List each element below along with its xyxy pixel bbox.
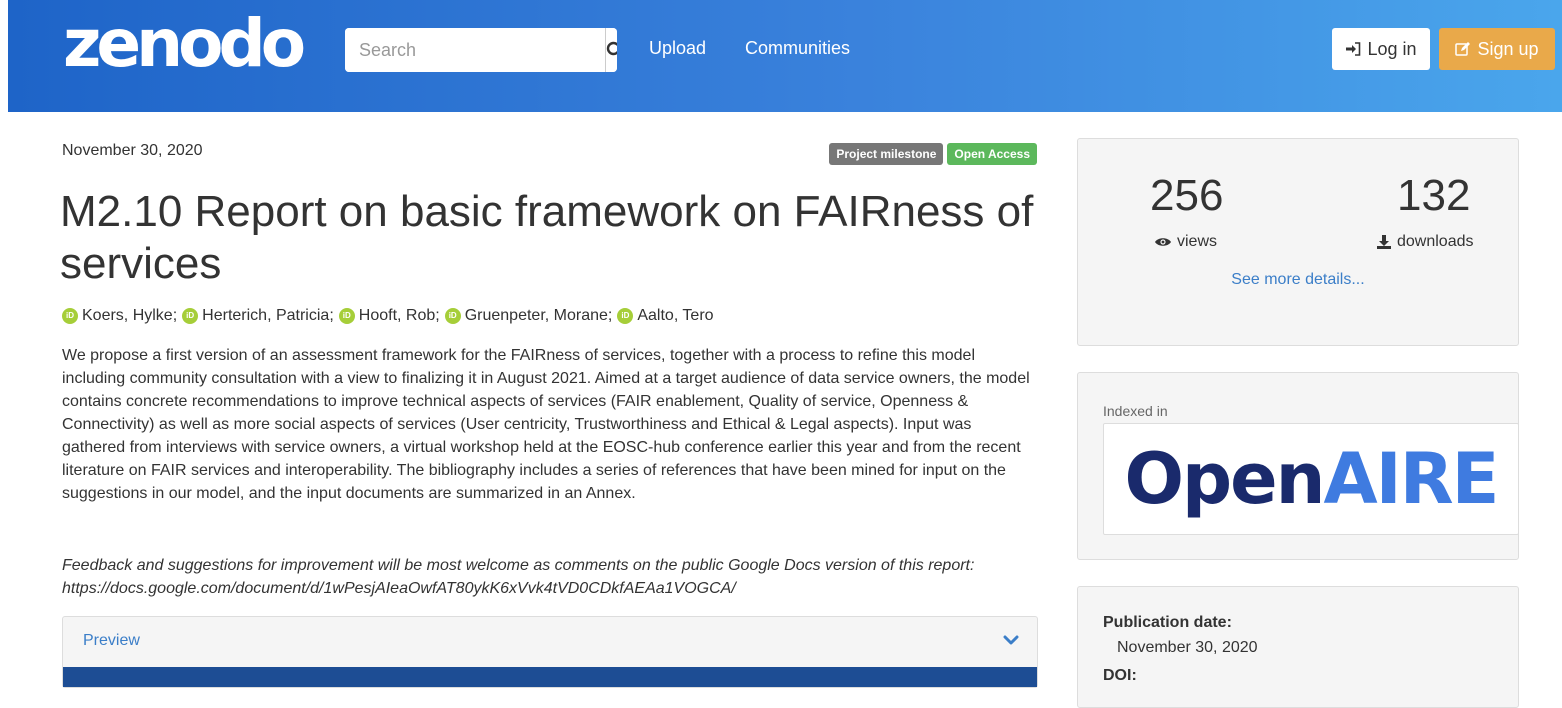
author-link[interactable]: iD Koers, Hylke (62, 307, 173, 325)
login-label: Log in (1367, 38, 1417, 59)
orcid-icon: iD (444, 308, 461, 324)
chevron-down-icon[interactable] (1003, 635, 1019, 647)
signup-button[interactable]: Sign up (1439, 28, 1555, 70)
site-header: zenodo Upload Communities Log in Sign up (8, 0, 1562, 112)
login-button[interactable]: Log in (1332, 28, 1430, 70)
author-link[interactable]: iD Herterich, Patricia (182, 307, 329, 325)
indexed-in-panel: Indexed in OpenAIRE (1077, 372, 1519, 560)
signup-label: Sign up (1477, 38, 1539, 59)
openaire-logo[interactable]: OpenAIRE (1103, 423, 1519, 535)
downloads-stat: downloads (1376, 233, 1474, 251)
author-name: Herterich, Patricia (202, 307, 330, 324)
author-separator: ; (172, 307, 178, 324)
views-count: 256 (1150, 171, 1224, 220)
author-link[interactable]: iD Gruenpeter, Morane (444, 307, 608, 325)
openaire-logo-part2: AIRE (1323, 438, 1499, 520)
downloads-label: downloads (1397, 233, 1474, 250)
author-name: Gruenpeter, Morane (464, 307, 608, 324)
publication-date-label: Publication date: (1103, 614, 1232, 631)
author-link[interactable]: iD Aalto, Tero (617, 307, 714, 325)
doi-label: DOI: (1103, 667, 1137, 684)
orcid-icon: iD (617, 308, 634, 324)
badge-resource-type: Project milestone (829, 143, 944, 165)
preview-document (63, 667, 1037, 687)
nav-communities-link[interactable]: Communities (745, 38, 850, 59)
author-separator: ; (435, 307, 440, 324)
search-icon (606, 41, 617, 56)
search-button[interactable] (605, 28, 617, 72)
see-more-details-link[interactable]: See more details... (1078, 271, 1518, 289)
record-abstract: We propose a first version of an assessm… (62, 347, 1030, 502)
author-name: Aalto, Tero (637, 307, 714, 324)
record-title: M2.10 Report on basic framework on FAIRn… (60, 187, 1034, 288)
preview-label: Preview (83, 632, 140, 649)
zenodo-logo[interactable]: zenodo (63, 4, 306, 84)
nav-upload-link[interactable]: Upload (649, 38, 706, 59)
edit-icon (1455, 42, 1471, 56)
author-separator: ; (607, 307, 613, 324)
record-details-panel: Publication date: November 30, 2020 DOI: (1077, 586, 1519, 708)
author-link[interactable]: iD Hooft, Rob (338, 307, 436, 325)
stats-panel: 256 views 132 downloads See more details… (1077, 138, 1519, 346)
search-input[interactable] (345, 28, 605, 72)
orcid-icon: iD (182, 308, 199, 324)
sign-in-icon (1346, 42, 1361, 56)
orcid-icon: iD (62, 308, 78, 324)
badge-access-right: Open Access (947, 143, 1037, 165)
downloads-count: 132 (1397, 171, 1471, 220)
search-bar (345, 28, 617, 72)
record-feedback-note: Feedback and suggestions for improvement… (62, 557, 975, 597)
author-name: Hooft, Rob (358, 307, 436, 324)
openaire-logo-part1: Open (1124, 438, 1326, 520)
eye-icon (1155, 238, 1171, 246)
author-list: iD Koers, Hylke; iD Herterich, Patricia; iD H… (62, 307, 1042, 325)
download-icon (1377, 235, 1391, 249)
views-label: views (1177, 233, 1218, 250)
author-name: Koers, Hylke (82, 307, 173, 324)
indexed-in-label: Indexed in (1103, 403, 1168, 419)
record-badges: Project milestone Open Access (829, 143, 1037, 165)
record-date: November 30, 2020 (62, 142, 203, 159)
orcid-icon: iD (338, 308, 355, 324)
author-separator: ; (329, 307, 334, 324)
publication-date-value: November 30, 2020 (1117, 639, 1258, 656)
views-stat: views (1154, 233, 1217, 251)
preview-panel[interactable]: Preview (62, 616, 1038, 688)
